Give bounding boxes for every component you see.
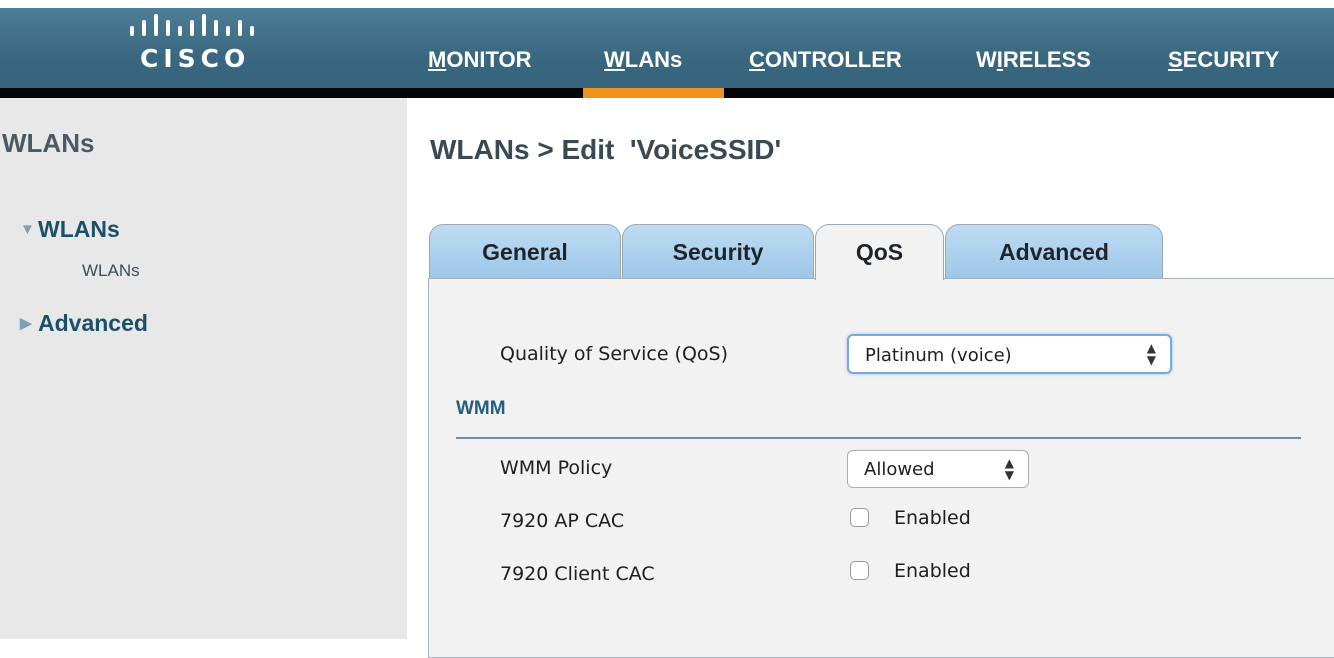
nav-monitor-text: ONITOR <box>446 47 532 72</box>
client-cac-checkbox[interactable] <box>850 561 869 580</box>
cisco-logo: CISCO <box>118 6 278 86</box>
qos-label: Quality of Service (QoS) <box>500 343 729 365</box>
nav-wlans[interactable]: WLANs <box>604 47 682 73</box>
nav-security-accel: S <box>1168 47 1183 72</box>
nav-wlans-accel: W <box>604 47 625 72</box>
tab-security[interactable]: Security <box>622 224 814 279</box>
sidebar-item-wlans[interactable]: ▼ WLANs <box>20 216 120 243</box>
cisco-bridge-icon <box>130 14 254 36</box>
qos-select-value: Platinum (voice) <box>865 345 1012 366</box>
nav-security-text: ECURITY <box>1182 47 1280 72</box>
sidebar: WLANs ▼ WLANs WLANs ▶ Advanced <box>0 98 407 639</box>
triangle-right-icon: ▶ <box>20 315 32 332</box>
tab-qos[interactable]: QoS <box>815 224 944 280</box>
updown-arrows-icon: ▲ ▼ <box>1146 341 1156 367</box>
sidebar-title: WLANs <box>2 128 95 158</box>
nav-monitor-accel: M <box>428 47 447 72</box>
nav-controller-text: ONTROLLER <box>764 47 902 72</box>
wmm-policy-label: WMM Policy <box>500 457 613 479</box>
nav-controller[interactable]: CONTROLLER <box>749 47 902 73</box>
updown-arrows-icon: ▲ ▼ <box>1004 456 1014 482</box>
nav-wlans-text: LANs <box>624 47 683 72</box>
triangle-down-icon: ▼ <box>20 221 35 238</box>
tab-general[interactable]: General <box>429 224 621 279</box>
nav-controller-accel: C <box>749 47 765 72</box>
nav-security[interactable]: SECURITY <box>1168 47 1279 73</box>
wmm-section-divider <box>456 437 1301 439</box>
client-cac-checkbox-label: Enabled <box>894 560 971 582</box>
nav-monitor[interactable]: MONITOR <box>428 47 531 73</box>
sidebar-item-label: Advanced <box>38 310 148 336</box>
qos-select[interactable]: Platinum (voice) ▲ ▼ <box>847 334 1172 374</box>
client-cac-label: 7920 Client CAC <box>500 563 655 585</box>
ap-cac-label: 7920 AP CAC <box>500 510 625 532</box>
nav-wireless[interactable]: WIRELESS <box>976 47 1091 73</box>
sidebar-item-label: WLANs <box>38 216 120 242</box>
cisco-wordmark: CISCO <box>140 44 251 73</box>
wmm-policy-select[interactable]: Allowed ▲ ▼ <box>847 450 1029 488</box>
nav-wireless-text: RELESS <box>1002 47 1091 72</box>
sidebar-subitem-wlans[interactable]: WLANs <box>82 261 140 281</box>
nav-active-indicator <box>583 88 724 98</box>
nav-wireless-pre: W <box>976 47 997 72</box>
wmm-policy-value: Allowed <box>864 459 935 480</box>
page-title: WLANs > Edit 'VoiceSSID' <box>430 134 782 165</box>
wmm-section-label: WMM <box>456 398 506 419</box>
ap-cac-checkbox[interactable] <box>850 508 869 527</box>
sidebar-item-advanced[interactable]: ▶ Advanced <box>20 310 148 337</box>
ap-cac-checkbox-label: Enabled <box>894 507 971 529</box>
tab-advanced[interactable]: Advanced <box>945 224 1163 279</box>
